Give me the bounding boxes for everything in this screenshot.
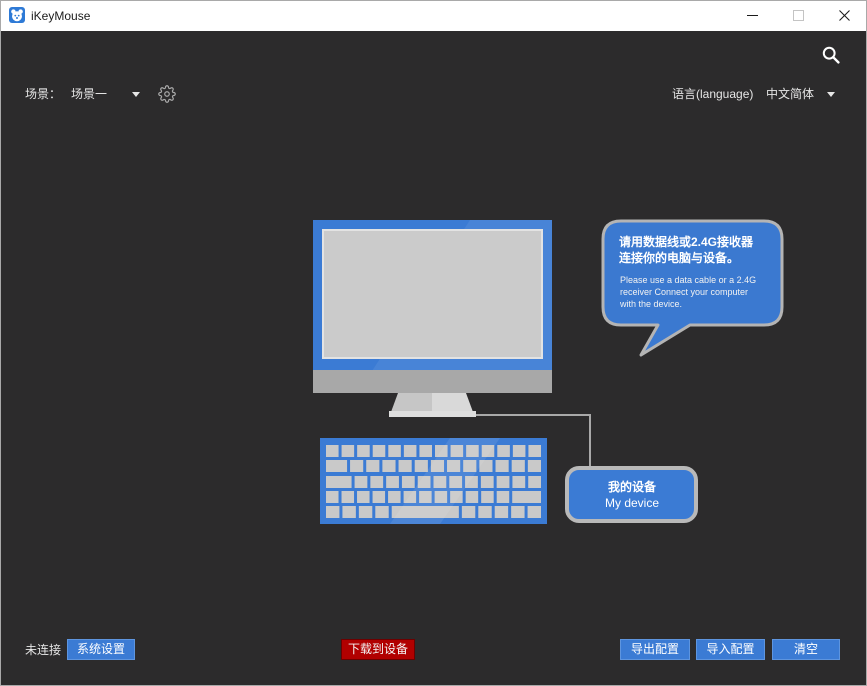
- close-button[interactable]: [821, 0, 867, 30]
- connection-status: 未连接: [25, 642, 61, 658]
- keyboard-key: [512, 491, 541, 503]
- keyboard-key: [388, 445, 401, 457]
- bubble-en-line-1: Please use a data cable or a 2.4G: [620, 275, 756, 285]
- system-settings-button[interactable]: 系统设置: [67, 639, 135, 660]
- clear-button[interactable]: 清空: [772, 639, 840, 660]
- main-panel: 场景： 场景一 语言(language) 中文简体: [0, 31, 867, 686]
- window-title: iKeyMouse: [31, 8, 90, 24]
- keyboard-key: [355, 476, 368, 488]
- keyboard-key: [388, 491, 401, 503]
- monitor-chin: [313, 370, 552, 393]
- language-select-value: 中文简体: [766, 86, 814, 102]
- keyboard-key: [373, 491, 386, 503]
- device-box-shape: [567, 468, 696, 521]
- monitor-base: [389, 411, 476, 417]
- close-icon: [839, 10, 850, 21]
- language-select[interactable]: 中文简体: [766, 86, 836, 102]
- keyboard-key: [496, 460, 509, 472]
- bubble-en-line-2: receiver Connect your computer: [620, 287, 748, 297]
- scene-select[interactable]: 场景一: [71, 86, 141, 102]
- keyboard-key: [528, 506, 541, 518]
- keyboard-key: [326, 491, 339, 503]
- import-config-button[interactable]: 导入配置: [696, 639, 765, 660]
- keyboard-key: [326, 476, 352, 488]
- keyboard-key: [386, 476, 399, 488]
- monitor-stand-highlight: [432, 393, 473, 412]
- scene-label: 场景：: [25, 86, 61, 102]
- minimize-icon: [747, 10, 758, 21]
- keyboard-key: [370, 476, 383, 488]
- keyboard-key: [404, 445, 417, 457]
- bubble-en-line-3: with the device.: [619, 299, 682, 309]
- keyboard-key: [326, 506, 339, 518]
- bubble-zh-line-1: 请用数据线或2.4G接收器: [619, 234, 754, 249]
- minimize-button[interactable]: [729, 0, 775, 30]
- keyboard-key: [495, 506, 508, 518]
- gear-icon: [158, 85, 176, 103]
- maximize-icon: [793, 10, 804, 21]
- keyboard-key: [497, 476, 510, 488]
- chevron-down-icon: [827, 92, 835, 97]
- keyboard-key: [326, 460, 347, 472]
- keyboard-key: [373, 445, 386, 457]
- keyboard-key: [357, 491, 370, 503]
- keyboard-key: [466, 491, 479, 503]
- keyboard-key: [357, 445, 370, 457]
- device-label-en: My device: [605, 496, 659, 510]
- bear-app-icon: [9, 7, 25, 23]
- keyboard-key: [342, 491, 355, 503]
- maximize-button[interactable]: [775, 0, 821, 30]
- keyboard-key: [513, 445, 526, 457]
- keyboard-key: [326, 445, 339, 457]
- keyboard-key: [342, 506, 355, 518]
- bubble-zh-line-2: 连接你的电脑与设备。: [619, 250, 739, 265]
- monitor: [313, 220, 552, 417]
- keyboard-key: [481, 476, 494, 488]
- export-config-button[interactable]: 导出配置: [620, 639, 690, 660]
- prompt-bubble: 请用数据线或2.4G接收器 连接你的电脑与设备。 Please use a da…: [603, 221, 782, 355]
- keyboard-key: [350, 460, 363, 472]
- keyboard-key: [481, 491, 494, 503]
- keyboard-key: [402, 476, 415, 488]
- keyboard-key: [415, 460, 428, 472]
- app-window: iKeyMouse 场景： 场景一: [0, 0, 867, 686]
- keyboard-key: [462, 506, 475, 518]
- keyboard-key: [399, 460, 412, 472]
- keyboard-key: [528, 445, 541, 457]
- keyboard-key: [512, 460, 525, 472]
- keyboard-key: [366, 460, 379, 472]
- scene-select-value: 场景一: [71, 86, 107, 102]
- search-button[interactable]: [822, 46, 840, 64]
- monitor-stand: [391, 393, 432, 412]
- keyboard-key: [419, 445, 432, 457]
- keyboard-key: [511, 506, 524, 518]
- chevron-down-icon: [132, 92, 140, 97]
- keyboard-key: [375, 506, 388, 518]
- keyboard-key: [528, 476, 541, 488]
- keyboard: [320, 438, 547, 524]
- keyboard-key: [359, 506, 372, 518]
- connection-illustration: 请用数据线或2.4G接收器 连接你的电脑与设备。 Please use a da…: [300, 210, 790, 530]
- keyboard-key: [528, 460, 541, 472]
- monitor-screen: [323, 230, 542, 358]
- title-bar[interactable]: iKeyMouse: [0, 0, 867, 31]
- keyboard-key: [478, 506, 491, 518]
- download-to-device-button[interactable]: 下载到设备: [341, 639, 415, 660]
- device-label-zh: 我的设备: [608, 479, 657, 494]
- keyboard-key: [382, 460, 395, 472]
- my-device-box: 我的设备 My device: [567, 468, 696, 521]
- scene-settings-button[interactable]: [158, 85, 176, 103]
- keyboard-key: [497, 491, 510, 503]
- language-label: 语言(language): [672, 86, 753, 102]
- search-icon: [822, 46, 840, 64]
- keyboard-key: [512, 476, 525, 488]
- keyboard-key: [497, 445, 510, 457]
- keyboard-key: [342, 445, 355, 457]
